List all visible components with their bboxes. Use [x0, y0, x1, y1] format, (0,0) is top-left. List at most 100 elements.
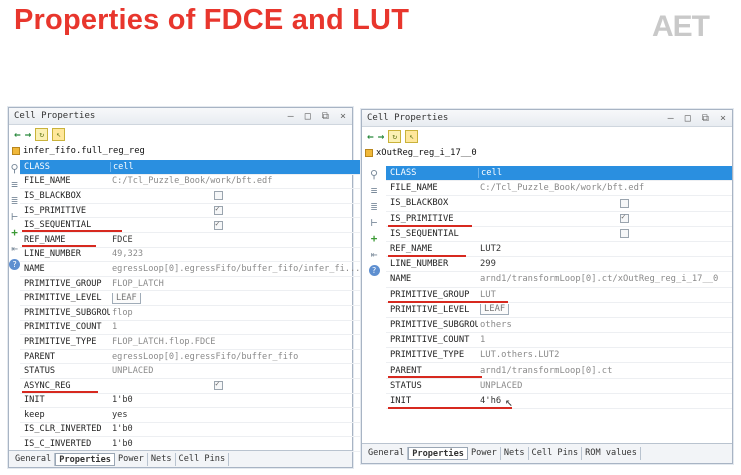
is-primitive-checkbox[interactable] — [620, 212, 629, 224]
close-icon[interactable]: × — [340, 111, 346, 122]
table-row[interactable]: STATUS UNPLACED — [386, 379, 732, 394]
select-arrow-icon[interactable]: ↖ — [52, 127, 66, 141]
forward-arrow-icon[interactable]: → — [25, 128, 32, 141]
is-blackbox-checkbox[interactable] — [620, 198, 629, 208]
property-key: IS_CLR_INVERTED — [24, 424, 102, 435]
async-reg-checkbox[interactable] — [214, 379, 223, 391]
table-row[interactable]: STATUS UNPLACED — [20, 364, 361, 379]
tab-general[interactable]: General — [365, 447, 409, 460]
table-row[interactable]: IS_PRIMITIVE — [386, 212, 732, 227]
tab-power[interactable]: Power — [115, 452, 148, 466]
is-sequential-checkbox[interactable] — [620, 229, 629, 239]
collapse-all-icon[interactable]: ≡ — [11, 179, 18, 190]
expand-all-icon[interactable]: ≣ — [371, 201, 378, 212]
search-icon[interactable]: ⚲ — [370, 169, 378, 180]
tree-icon[interactable]: ⊢ — [371, 217, 378, 228]
cell-properties-panel-right: Cell Properties – □ ⧉ × ← → ↻ ↖ xOutReg_… — [361, 109, 733, 464]
window-titlebar: Cell Properties – □ ⧉ × — [362, 110, 732, 127]
table-row[interactable]: PRIMITIVE_GROUP FLOP_LATCH — [20, 277, 361, 292]
toolbar: ← → ↻ ↖ — [362, 127, 732, 145]
property-value: egressLoop[0].egressFifo/buffer_fifo — [112, 351, 299, 362]
table-row[interactable]: IS_CLR_INVERTED 1'b0 — [20, 423, 361, 438]
first-icon[interactable]: ⇤ — [371, 249, 378, 260]
table-row[interactable]: NAME arnd1/transformLoop[0].ct/xOutReg_re… — [386, 272, 732, 288]
table-row[interactable]: PRIMITIVE_TYPE FLOP_LATCH.flop.FDCE — [20, 335, 361, 350]
table-row[interactable]: PRIMITIVE_LEVEL LEAF — [20, 291, 361, 306]
maximize-icon[interactable]: □ — [305, 111, 311, 122]
table-row[interactable]: keep yes — [20, 408, 361, 423]
property-value: cell — [110, 161, 360, 172]
table-row[interactable]: INIT 4'h6 — [386, 394, 732, 409]
table-row[interactable]: PARENT arnd1/transformLoop[0].ct — [386, 363, 732, 379]
help-icon[interactable]: ? — [9, 259, 20, 270]
forward-arrow-icon[interactable]: → — [378, 130, 385, 143]
expand-all-icon[interactable]: ≣ — [11, 195, 18, 206]
close-icon[interactable]: × — [720, 113, 726, 124]
property-key: STATUS — [24, 366, 56, 377]
table-row[interactable]: REF_NAME LUT2 — [386, 242, 732, 258]
table-row[interactable]: IS_BLACKBOX — [20, 189, 361, 204]
table-row[interactable]: INIT 1'b0 — [20, 394, 361, 409]
table-row[interactable]: LINE_NUMBER 299 — [386, 257, 732, 273]
tab-nets[interactable]: Nets — [501, 447, 529, 460]
table-row[interactable]: IS_PRIMITIVE — [20, 204, 361, 219]
table-row[interactable]: PARENT egressLoop[0].egressFifo/buffer_fi… — [20, 350, 361, 365]
table-row[interactable]: IS_BLACKBOX — [386, 196, 732, 212]
property-value: LEAF — [110, 292, 360, 304]
tab-properties[interactable]: Properties — [408, 447, 468, 460]
minimize-icon[interactable]: – — [668, 113, 674, 124]
table-row[interactable]: LINE_NUMBER 49,323 — [20, 248, 361, 263]
tab-general[interactable]: General — [12, 452, 56, 466]
tab-properties[interactable]: Properties — [55, 452, 115, 466]
restore-icon[interactable]: ⧉ — [322, 111, 329, 122]
add-icon[interactable]: + — [371, 233, 378, 244]
table-row[interactable]: FILE_NAME C:/Tcl_Puzzle_Book/work/bft.edf — [386, 181, 732, 197]
back-arrow-icon[interactable]: ← — [14, 128, 21, 141]
property-value: FLOP_LATCH — [112, 278, 164, 289]
restore-icon[interactable]: ⧉ — [702, 113, 709, 124]
help-icon[interactable]: ? — [368, 265, 380, 276]
object-name: xOutReg_reg_i_17__0 — [376, 148, 477, 158]
is-primitive-checkbox[interactable] — [214, 204, 223, 216]
table-row[interactable]: PRIMITIVE_LEVEL LEAF — [386, 303, 732, 318]
table-row[interactable]: PRIMITIVE_TYPE LUT.others.LUT2 — [386, 348, 732, 364]
minimize-icon[interactable]: – — [288, 111, 294, 122]
tab-rom-values[interactable]: ROM values — [582, 447, 641, 460]
property-value: FDCE — [112, 234, 133, 245]
table-row[interactable]: IS_SEQUENTIAL — [20, 218, 361, 233]
collapse-all-icon[interactable]: ≡ — [371, 185, 378, 196]
maximize-icon[interactable]: □ — [685, 113, 691, 124]
refresh-icon[interactable]: ↻ — [388, 129, 402, 143]
table-row[interactable]: PRIMITIVE_COUNT 1 — [20, 321, 361, 336]
property-value: LEAF — [478, 304, 732, 316]
property-key: INIT — [24, 395, 45, 406]
table-row[interactable]: PRIMITIVE_GROUP LUT — [386, 288, 732, 303]
select-arrow-icon[interactable]: ↖ — [405, 129, 419, 143]
back-arrow-icon[interactable]: ← — [367, 130, 374, 143]
table-row[interactable]: PRIMITIVE_SUBGROUP flop — [20, 306, 361, 321]
table-row[interactable]: PRIMITIVE_SUBGROUP others — [386, 318, 732, 334]
tab-cell-pins[interactable]: Cell Pins — [176, 452, 230, 466]
primitive-level-field[interactable]: LEAF — [112, 292, 141, 304]
table-row[interactable]: NAME egressLoop[0].egressFifo/buffer_fifo… — [20, 262, 361, 277]
table-row[interactable]: ASYNC_REG — [20, 379, 361, 394]
table-row[interactable]: REF_NAME FDCE — [20, 233, 361, 248]
tab-nets[interactable]: Nets — [148, 452, 176, 466]
table-row[interactable]: IS_SEQUENTIAL — [386, 227, 732, 242]
table-row[interactable]: PRIMITIVE_COUNT 1 — [386, 333, 732, 349]
first-icon[interactable]: ⇤ — [11, 243, 18, 254]
tab-cell-pins[interactable]: Cell Pins — [529, 447, 583, 460]
table-row[interactable]: CLASS cell — [20, 160, 361, 175]
is-blackbox-checkbox[interactable] — [214, 191, 223, 201]
search-icon[interactable]: ⚲ — [10, 163, 18, 174]
tab-power[interactable]: Power — [468, 447, 501, 460]
tree-icon[interactable]: ⊢ — [11, 211, 18, 222]
refresh-icon[interactable]: ↻ — [35, 127, 49, 141]
primitive-level-field[interactable]: LEAF — [480, 304, 510, 316]
is-sequential-checkbox[interactable] — [214, 219, 223, 230]
property-key: PRIMITIVE_LEVEL — [390, 304, 470, 315]
property-key: PRIMITIVE_LEVEL — [24, 293, 102, 304]
table-row[interactable]: FILE_NAME C:/Tcl_Puzzle_Book/work/bft.edf — [20, 175, 361, 190]
table-row[interactable]: CLASS cell — [386, 166, 732, 182]
add-icon[interactable]: + — [11, 227, 18, 238]
